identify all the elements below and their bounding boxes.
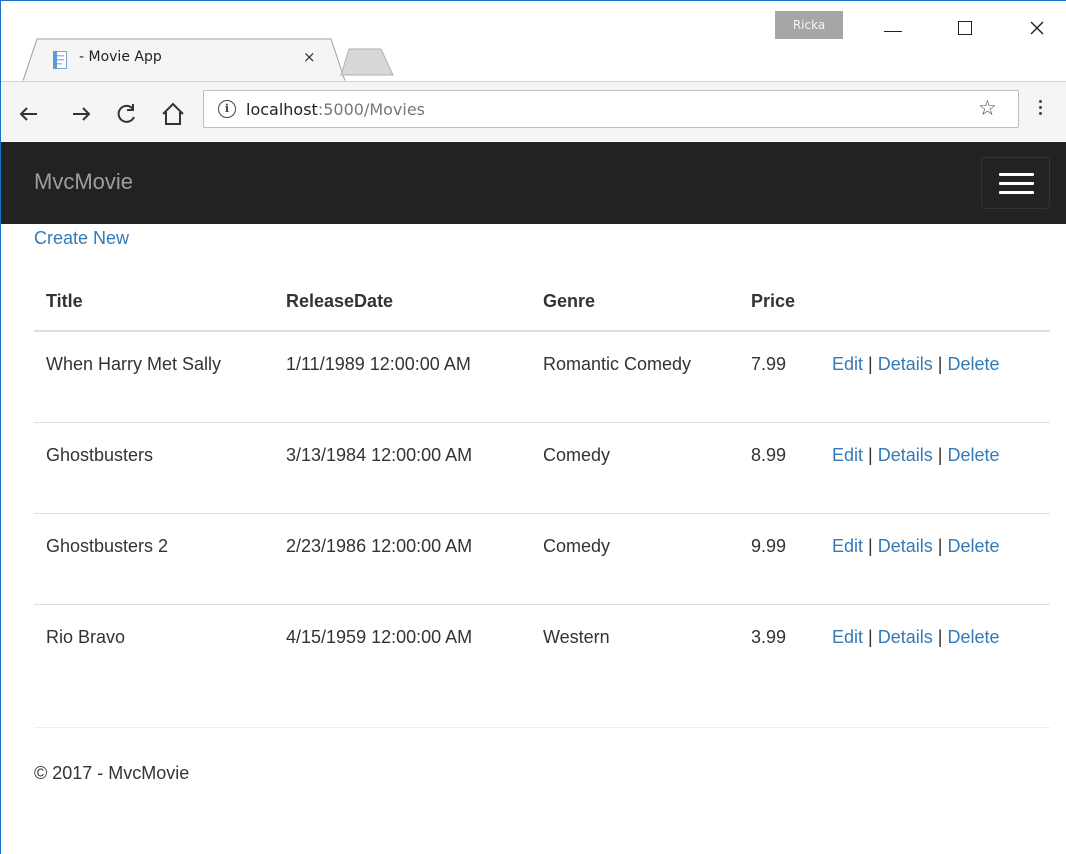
separator: | [868, 626, 873, 647]
forward-icon[interactable] [67, 100, 95, 128]
delete-link[interactable]: Delete [948, 627, 1000, 647]
footer-divider [34, 727, 1050, 728]
title-bar: Ricka - Movie App × [1, 1, 1066, 83]
browser-window: Ricka - Movie App × i localhost:5000/Mov… [0, 0, 1066, 854]
delete-link[interactable]: Delete [948, 354, 1000, 374]
maximize-button[interactable] [945, 13, 985, 43]
info-icon[interactable]: i [218, 100, 236, 118]
cell-genre: Comedy [531, 421, 739, 513]
site-navbar: MvcMovie [1, 142, 1066, 224]
edit-link[interactable]: Edit [832, 354, 863, 374]
separator: | [937, 535, 943, 556]
maximize-icon [958, 21, 972, 35]
cell-price: 9.99 [739, 512, 820, 604]
cell-actions: Edit | Details | Delete [820, 603, 1050, 695]
table-row: Ghostbusters 2 2/23/1986 12:00:00 AM Com… [34, 512, 1050, 604]
separator: | [868, 354, 873, 374]
header-price: Price [739, 273, 820, 332]
cell-genre: Romantic Comedy [543, 354, 692, 374]
separator: | [868, 444, 873, 465]
delete-link[interactable]: Delete [948, 536, 1000, 556]
header-release-date: ReleaseDate [274, 273, 531, 332]
details-link[interactable]: Details [878, 354, 933, 374]
cell-release-date: 3/13/1984 12:00:00 AM [274, 421, 531, 513]
cell-release-date: 1/11/1989 12:00:00 AM [286, 354, 471, 374]
cell-title: Ghostbusters [34, 421, 274, 513]
minimize-button[interactable] [873, 13, 913, 43]
cell-actions: Edit | Details | Delete [820, 421, 1050, 513]
url-text[interactable]: localhost:5000/Movies [246, 100, 425, 119]
separator: | [937, 444, 943, 465]
user-badge[interactable]: Ricka [775, 11, 843, 39]
edit-link[interactable]: Edit [832, 627, 863, 647]
table-row: Rio Bravo 4/15/1959 12:00:00 AM Western … [34, 603, 1050, 695]
separator: | [868, 535, 873, 556]
brand-link[interactable]: MvcMovie [34, 169, 133, 195]
minimize-icon [884, 30, 902, 32]
header-genre: Genre [531, 273, 739, 332]
back-icon[interactable] [15, 100, 43, 128]
cell-release-date: 2/23/1986 12:00:00 AM [274, 512, 531, 604]
bookmark-star-icon[interactable]: ☆ [978, 96, 997, 120]
create-new-link[interactable]: Create New [34, 228, 129, 249]
footer-text: © 2017 - MvcMovie [34, 763, 190, 783]
cell-genre: Comedy [531, 512, 739, 604]
close-icon [1030, 21, 1044, 35]
cell-price: 3.99 [739, 603, 820, 695]
separator: | [937, 626, 943, 647]
cell-title: Rio Bravo [34, 603, 274, 695]
cell-price: 8.99 [739, 421, 820, 513]
cell-release-date: 4/15/1959 12:00:00 AM [274, 603, 531, 695]
movies-table: Title ReleaseDate Genre Price When Harry… [34, 273, 1050, 695]
url-host: localhost [246, 100, 318, 119]
edit-link[interactable]: Edit [832, 536, 863, 556]
cell-genre: Western [531, 603, 739, 695]
cell-actions: Edit | Details | Delete [820, 331, 1050, 422]
new-tab-button[interactable] [337, 47, 397, 77]
tab-movie-app[interactable] [23, 37, 346, 83]
header-title: Title [34, 273, 274, 332]
tab-close-icon[interactable]: × [303, 48, 316, 66]
separator: | [937, 354, 943, 374]
cell-price: 7.99 [751, 354, 787, 374]
cell-title: Ghostbusters 2 [34, 512, 274, 604]
address-bar[interactable]: i localhost:5000/Movies ☆ [203, 90, 1019, 128]
table-row: When Harry Met Sally 1/11/1989 12:00:00 … [34, 331, 1050, 422]
details-link[interactable]: Details [878, 536, 933, 556]
edit-link[interactable]: Edit [832, 445, 863, 465]
url-path: :5000/Movies [317, 100, 426, 119]
cell-title: When Harry Met Sally [46, 354, 222, 374]
table-header-row: Title ReleaseDate Genre Price [34, 273, 1050, 332]
reload-icon[interactable] [113, 100, 141, 128]
table-row: Ghostbusters 3/13/1984 12:00:00 AM Comed… [34, 421, 1050, 513]
browser-menu-icon[interactable] [1039, 100, 1042, 115]
tab-title: - Movie App [79, 49, 162, 65]
home-icon[interactable] [159, 100, 187, 128]
navbar-toggle-button[interactable] [981, 157, 1050, 209]
delete-link[interactable]: Delete [948, 445, 1000, 465]
details-link[interactable]: Details [878, 445, 933, 465]
details-link[interactable]: Details [878, 627, 933, 647]
hamburger-icon [999, 173, 1034, 176]
cell-actions: Edit | Details | Delete [820, 512, 1050, 604]
window-close-button[interactable] [1017, 13, 1057, 43]
browser-toolbar: i localhost:5000/Movies ☆ [1, 81, 1066, 141]
header-actions [820, 273, 1050, 332]
page-icon [53, 51, 67, 69]
